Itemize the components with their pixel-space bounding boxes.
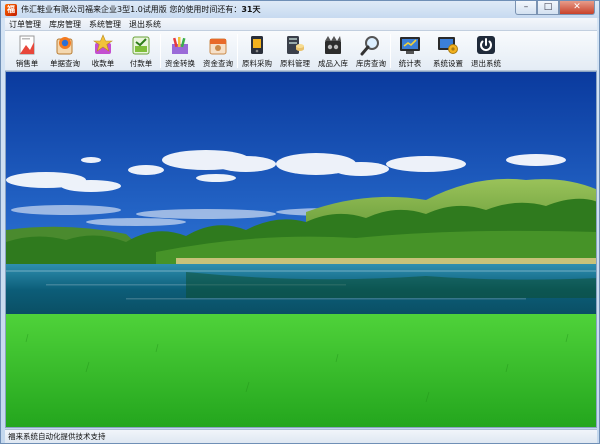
title-main: 伟汇鞋业有限公司福来企业3型1.0试用版 您的使用时间还有：: [21, 5, 242, 14]
title-bar[interactable]: 福 伟汇鞋业有限公司福来企业3型1.0试用版 您的使用时间还有：31天 – □ …: [1, 1, 599, 18]
toolbar-fund-transfer-button[interactable]: 资金转换: [161, 31, 199, 71]
fund-transfer-icon: [169, 34, 191, 56]
toolbar-label: 原料采购: [242, 59, 272, 68]
toolbar-fund-query-button[interactable]: 资金查询: [199, 31, 237, 71]
toolbar-label: 系统设置: [433, 59, 463, 68]
magnifier-icon: [360, 34, 382, 56]
receipt-icon: [92, 34, 114, 56]
toolbar-label: 付款单: [129, 59, 153, 68]
toolbar-stats-button[interactable]: 统计表: [391, 31, 429, 71]
toolbar-doc-search-button[interactable]: 单据查询: [46, 31, 84, 71]
fund-query-icon: [207, 34, 229, 56]
app-window: 福 伟汇鞋业有限公司福来企业3型1.0试用版 您的使用时间还有：31天 – □ …: [0, 0, 600, 444]
toolbar-label: 退出系统: [471, 59, 501, 68]
settings-icon: [437, 34, 459, 56]
material-purchase-icon: [246, 34, 268, 56]
status-text: 福来系统自动化提供技术支持: [8, 432, 106, 441]
toolbar-material-purchase-button[interactable]: 原料采购: [238, 31, 276, 71]
toolbar-warehouse-query-button[interactable]: 库房查询: [352, 31, 390, 71]
minimize-button[interactable]: –: [515, 1, 537, 15]
toolbar-label: 成品入库: [318, 59, 348, 68]
product-stock-icon: [322, 34, 344, 56]
toolbar-label: 销售单: [15, 59, 39, 68]
toolbar-settings-button[interactable]: 系统设置: [429, 31, 467, 71]
toolbar-exit-button[interactable]: 退出系统: [467, 31, 505, 71]
menu-system-management[interactable]: 系统管理: [85, 18, 125, 31]
toolbar-label: 库房查询: [356, 59, 386, 68]
doc-search-icon: [54, 34, 76, 56]
toolbar-label: 单据查询: [50, 59, 80, 68]
toolbar-label: 资金转换: [165, 59, 195, 68]
toolbar-material-manage-button[interactable]: 原料管理: [276, 31, 314, 71]
toolbar-receipt-button[interactable]: 收款单: [84, 31, 122, 71]
menu-exit-system[interactable]: 退出系统: [125, 18, 165, 31]
close-button[interactable]: ✕: [559, 1, 595, 15]
landscape-svg: [6, 72, 596, 427]
material-manage-icon: [284, 34, 306, 56]
payment-icon: [130, 34, 152, 56]
maximize-button[interactable]: □: [537, 1, 559, 15]
toolbar-label: 统计表: [398, 59, 422, 68]
menu-order-management[interactable]: 订单管理: [5, 18, 45, 31]
menu-bar: 订单管理 库房管理 系统管理 退出系统: [5, 18, 597, 31]
toolbar-sales-doc-button[interactable]: 销售单: [8, 31, 46, 71]
toolbar-label: 原料管理: [280, 59, 310, 68]
toolbar-payment-button[interactable]: 付款单: [122, 31, 160, 71]
app-logo-icon: 福: [5, 3, 17, 16]
toolbar-label: 收款单: [91, 59, 115, 68]
toolbar-label: 资金查询: [203, 59, 233, 68]
power-icon: [475, 34, 497, 56]
days-left: 31天: [241, 5, 261, 14]
status-bar: 福来系统自动化提供技术支持: [5, 429, 597, 443]
toolbar-product-stock-button[interactable]: 成品入库: [314, 31, 352, 71]
toolbar: 销售单 单据查询 收款单 付款单 资金转换 资金查询 原料采购 原料管理 成品入…: [5, 31, 597, 71]
window-controls: – □ ✕: [515, 1, 595, 15]
sales-doc-icon: [16, 34, 38, 56]
stats-icon: [399, 34, 421, 56]
window-title: 伟汇鞋业有限公司福来企业3型1.0试用版 您的使用时间还有：31天: [21, 4, 261, 15]
background-landscape-image: [5, 71, 597, 428]
menu-warehouse-management[interactable]: 库房管理: [45, 18, 85, 31]
